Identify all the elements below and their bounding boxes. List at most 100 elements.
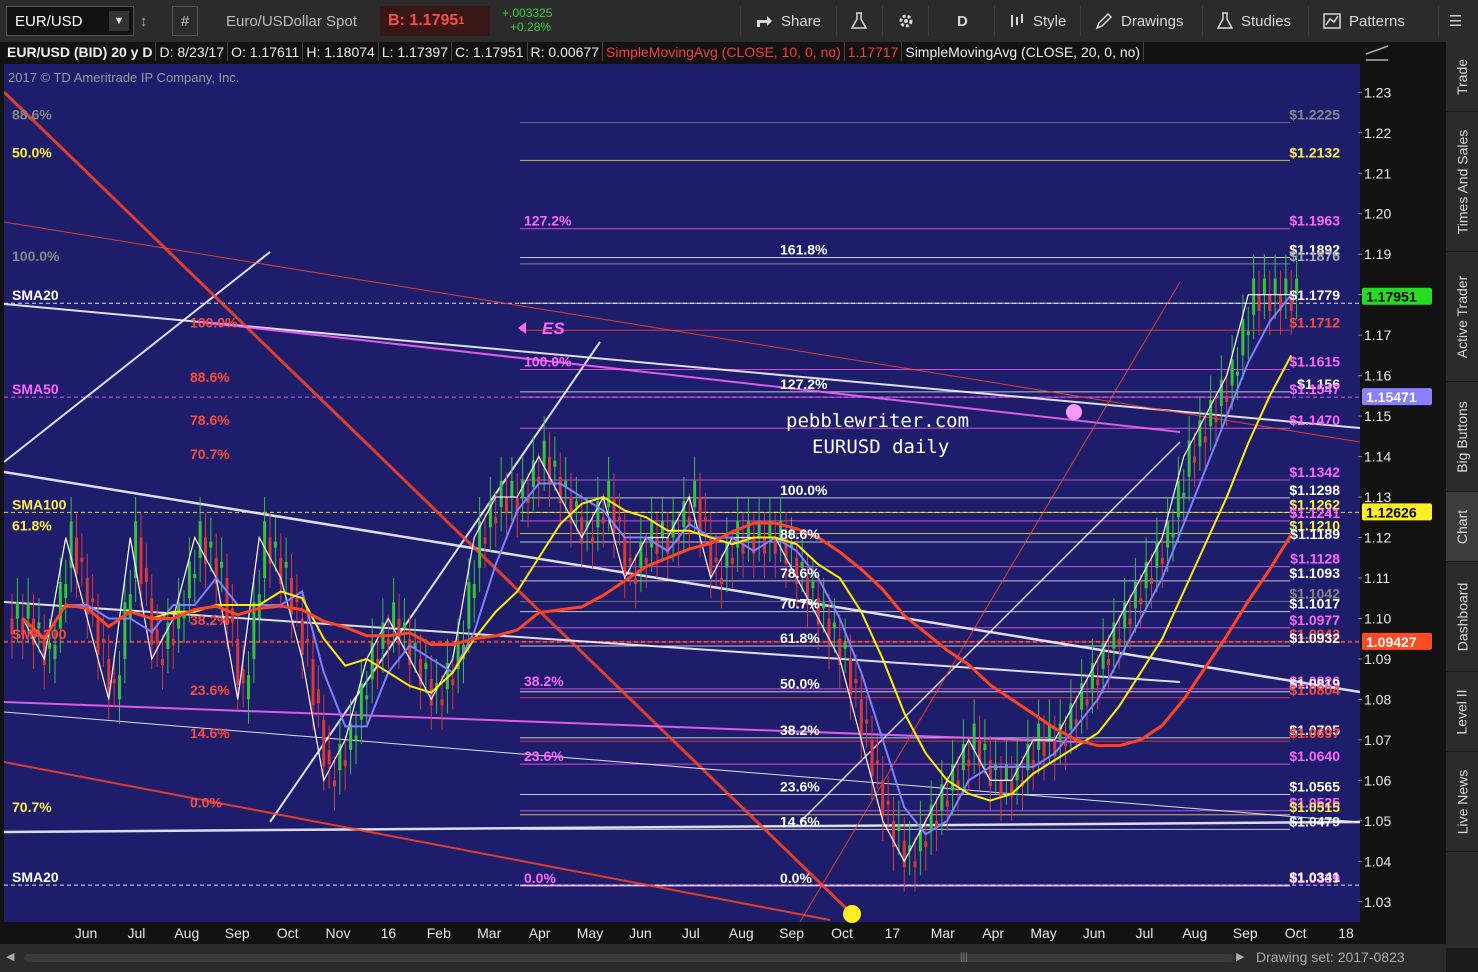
candle-body bbox=[832, 622, 836, 629]
price-level-label: $1.1547 bbox=[1289, 381, 1340, 397]
studies-button[interactable]: Studies bbox=[1202, 6, 1308, 36]
tab-times-and-sales[interactable]: Times And Sales bbox=[1446, 112, 1478, 252]
fib-percent-label: 0.0% bbox=[780, 870, 812, 886]
candle-body bbox=[150, 598, 154, 645]
price-level-label: $1.1093 bbox=[1289, 565, 1340, 581]
info-sma10-label: SimpleMovingAvg (CLOSE, 10, 0, no) bbox=[603, 42, 845, 61]
candle-body bbox=[687, 517, 691, 524]
candle-body bbox=[510, 480, 514, 498]
tab-live-news[interactable]: Live News bbox=[1446, 752, 1478, 852]
side-tabs: Trade Times And Sales Active Trader Big … bbox=[1446, 42, 1478, 948]
candle-body bbox=[703, 517, 707, 522]
price-chart[interactable]: $1.2225$1.2132$1.1963$1.1892$1.1876$1.17… bbox=[0, 42, 1446, 944]
x-tick-label: Jun bbox=[75, 925, 98, 941]
scrollbar-grip-icon[interactable]: ||| bbox=[960, 952, 974, 964]
candle-body bbox=[220, 561, 224, 568]
candle-body bbox=[644, 557, 648, 564]
candle-body bbox=[983, 743, 987, 750]
candle-body bbox=[617, 517, 621, 522]
y-tick-label: 1.06 bbox=[1364, 772, 1391, 788]
candle-body bbox=[53, 644, 57, 659]
low-marker bbox=[843, 905, 861, 923]
candle-body bbox=[870, 739, 874, 777]
candle-body bbox=[306, 638, 310, 643]
info-title: EUR/USD (BID) 20 y D bbox=[4, 42, 157, 61]
x-tick-label: Mar bbox=[931, 925, 955, 941]
candle-body bbox=[333, 780, 336, 787]
candle-body bbox=[1042, 739, 1046, 757]
candle-body bbox=[1171, 533, 1175, 538]
symbol-selector[interactable]: EUR/USD ▼ bbox=[6, 6, 134, 36]
x-tick-label: Oct bbox=[1285, 925, 1307, 941]
symbol-description: Euro/USDollar Spot bbox=[226, 12, 357, 30]
change-pct: +0.28% bbox=[510, 20, 552, 34]
link-icon[interactable]: ↕ bbox=[140, 6, 160, 36]
sma-tag-label: SMA50 bbox=[12, 381, 59, 397]
horizontal-scrollbar[interactable] bbox=[24, 954, 1234, 962]
tab-chart-label: Chart bbox=[1454, 509, 1471, 544]
candle-body bbox=[91, 598, 95, 603]
settings-button[interactable] bbox=[882, 6, 928, 36]
fib-percent-label: 38.2% bbox=[190, 612, 230, 628]
price-level-label: $1.1963 bbox=[1289, 213, 1340, 229]
tab-active-trader[interactable]: Active Trader bbox=[1446, 252, 1478, 382]
tab-chart[interactable]: Chart bbox=[1446, 492, 1478, 562]
info-range: R: 0.00677 bbox=[528, 42, 603, 61]
price-level-label: $1.1779 bbox=[1289, 287, 1340, 303]
candle-body bbox=[295, 598, 299, 603]
candle-body bbox=[720, 577, 723, 585]
candle-body bbox=[988, 760, 992, 787]
candle-body bbox=[972, 723, 976, 750]
share-button[interactable]: Share bbox=[740, 6, 836, 36]
candle-body bbox=[1230, 359, 1234, 386]
candle-body bbox=[1257, 294, 1261, 311]
x-tick-label: Oct bbox=[277, 925, 299, 941]
x-tick-label: 16 bbox=[381, 925, 397, 941]
y-tick-label: 1.15 bbox=[1364, 408, 1391, 424]
candle-body bbox=[1037, 723, 1041, 750]
drawing-set-label: Drawing set: 2017-0823 bbox=[1256, 949, 1405, 965]
info-close: C: 1.17951 bbox=[452, 42, 528, 61]
flask-button[interactable] bbox=[836, 6, 882, 36]
hash-icon[interactable]: # bbox=[172, 6, 198, 36]
es-label: ES bbox=[542, 319, 565, 338]
candle-body bbox=[1117, 638, 1121, 645]
info-low: L: 1.17397 bbox=[379, 42, 452, 61]
drawings-button[interactable]: Drawings bbox=[1080, 6, 1202, 36]
dropdown-arrow-icon[interactable]: ▼ bbox=[109, 11, 129, 31]
candle-body bbox=[499, 480, 503, 508]
x-tick-label: May bbox=[577, 925, 603, 941]
y-tick-label: 1.07 bbox=[1364, 732, 1391, 748]
candle-body bbox=[580, 517, 584, 544]
candle-body bbox=[247, 675, 250, 700]
scroll-left-button[interactable]: ◀ bbox=[6, 950, 20, 966]
flask-icon bbox=[851, 12, 867, 29]
y-tick-label: 1.19 bbox=[1364, 246, 1391, 262]
candle-body bbox=[1182, 493, 1186, 498]
candle-body bbox=[1203, 436, 1207, 443]
candle-body bbox=[693, 480, 697, 508]
price-level-label: $1.0640 bbox=[1289, 748, 1340, 764]
tab-dashboard[interactable]: Dashboard bbox=[1446, 562, 1478, 672]
patterns-button[interactable]: Patterns bbox=[1308, 6, 1428, 36]
period-button[interactable]: D bbox=[928, 6, 994, 36]
candle-body bbox=[859, 699, 863, 736]
x-tick-label: Jul bbox=[682, 925, 700, 941]
fib-percent-label: 100.0% bbox=[12, 248, 60, 264]
tab-trade[interactable]: Trade bbox=[1446, 42, 1478, 112]
candle-body bbox=[537, 476, 541, 483]
candle-body bbox=[945, 800, 949, 807]
candle-body bbox=[48, 642, 52, 649]
candle-body bbox=[1273, 278, 1277, 295]
style-button[interactable]: Style bbox=[994, 6, 1080, 36]
fib-percent-label: 50.0% bbox=[12, 144, 52, 160]
candle-body bbox=[58, 582, 62, 629]
candle-body bbox=[913, 861, 917, 868]
tab-big-buttons[interactable]: Big Buttons bbox=[1446, 382, 1478, 492]
collapse-button[interactable]: ☰ bbox=[1438, 6, 1472, 36]
y-tick-label: 1.20 bbox=[1364, 206, 1391, 222]
scroll-right-button[interactable]: ▶ bbox=[1236, 950, 1250, 966]
x-tick-label: Sep bbox=[779, 925, 804, 941]
candle-body bbox=[327, 749, 331, 765]
tab-level-ii[interactable]: Level II bbox=[1446, 672, 1478, 752]
